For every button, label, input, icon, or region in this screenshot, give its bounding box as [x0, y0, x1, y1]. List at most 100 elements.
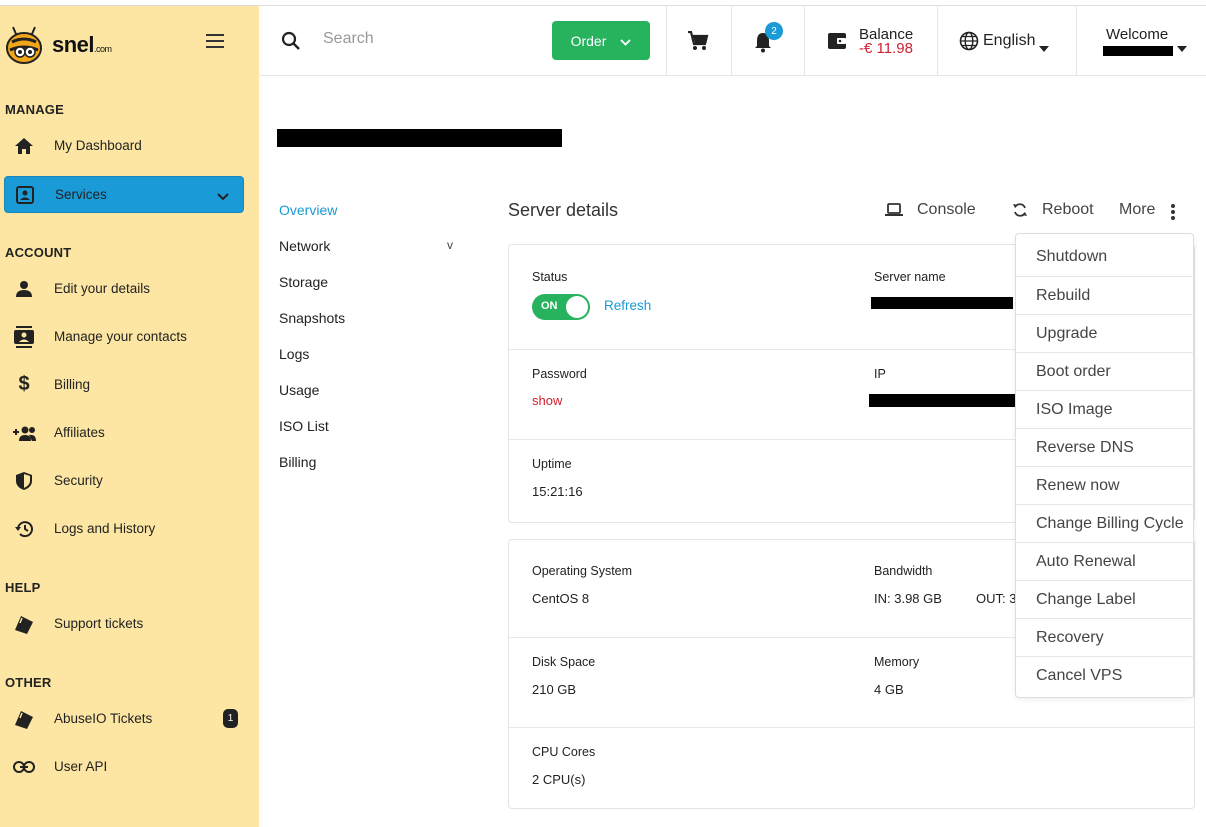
tickets-icon — [6, 709, 42, 729]
menu-item-rebuild[interactable]: Rebuild — [1016, 276, 1194, 314]
sidebar-item-abuseio[interactable]: AbuseIO Tickets 1 — [4, 700, 244, 737]
disk-value: 210 GB — [532, 682, 577, 697]
sidebar-item-label: Manage your contacts — [54, 329, 187, 344]
tab-storage[interactable]: Storage — [279, 274, 328, 290]
menu-toggle-icon[interactable] — [206, 34, 224, 48]
bandwidth-label: Bandwidth — [874, 564, 933, 578]
refresh-icon — [1013, 203, 1027, 217]
divider — [937, 6, 938, 76]
sidebar: snel.com MANAGE My Dashboard Services AC… — [0, 6, 259, 827]
menu-item-upgrade[interactable]: Upgrade — [1016, 314, 1194, 352]
sidebar-item-label: Services — [55, 187, 107, 202]
search-input[interactable] — [323, 30, 523, 48]
cpu-value: 2 CPU(s) — [532, 772, 586, 787]
link-icon — [6, 760, 42, 773]
section-title-other: OTHER — [5, 675, 52, 690]
console-label: Console — [917, 201, 976, 218]
tab-overview[interactable]: Overview — [279, 202, 337, 218]
bandwidth-in: IN: 3.98 GB — [874, 591, 942, 606]
console-button[interactable]: Console — [885, 201, 976, 219]
add-group-icon — [6, 425, 42, 441]
menu-item-change-label[interactable]: Change Label — [1016, 580, 1194, 618]
redacted-server-name — [871, 297, 1013, 309]
sidebar-item-dashboard[interactable]: My Dashboard — [4, 127, 244, 164]
more-vertical-icon[interactable] — [1170, 203, 1176, 226]
power-toggle[interactable]: ON — [532, 294, 590, 320]
sidebar-item-label: Affiliates — [54, 425, 105, 440]
ip-label: IP — [874, 367, 886, 381]
more-label: More — [1119, 201, 1156, 218]
tab-billing[interactable]: Billing — [279, 454, 316, 470]
history-icon — [6, 520, 42, 538]
caret-down-icon — [1039, 39, 1049, 57]
menu-item-reverse-dns[interactable]: Reverse DNS — [1016, 428, 1194, 466]
uptime-label: Uptime — [532, 457, 572, 471]
menu-item-renew-now[interactable]: Renew now — [1016, 466, 1194, 504]
abuseio-count-badge: 1 — [223, 709, 238, 728]
menu-item-change-billing-cycle[interactable]: Change Billing Cycle — [1016, 504, 1194, 542]
language-selector[interactable]: English — [983, 32, 1035, 50]
sidebar-item-services[interactable]: Services — [4, 176, 244, 213]
bandwidth-out: OUT: 3 — [976, 591, 1017, 606]
os-label: Operating System — [532, 564, 633, 578]
memory-label: Memory — [874, 655, 920, 669]
divider — [1076, 6, 1077, 76]
cart-icon[interactable] — [687, 30, 709, 56]
sidebar-item-user-api[interactable]: User API — [4, 748, 244, 785]
order-button[interactable]: Order — [552, 21, 650, 60]
uptime-value: 15:21:16 — [532, 484, 583, 499]
laptop-icon — [885, 203, 903, 216]
divider — [666, 6, 667, 76]
redacted-username — [1103, 46, 1173, 56]
home-icon — [6, 137, 42, 155]
menu-item-cancel-vps[interactable]: Cancel VPS — [1016, 656, 1194, 694]
refresh-link[interactable]: Refresh — [604, 298, 651, 313]
shield-icon — [6, 471, 42, 491]
server-details-heading: Server details — [508, 200, 619, 220]
sidebar-item-security[interactable]: Security — [4, 462, 244, 499]
server-name-label: Server name — [874, 270, 946, 284]
tab-network[interactable]: Network — [279, 238, 330, 254]
redacted-ip — [869, 394, 1023, 407]
sidebar-item-support[interactable]: Support tickets — [4, 605, 244, 642]
search-icon[interactable] — [281, 31, 301, 56]
tab-snapshots[interactable]: Snapshots — [279, 310, 345, 326]
sidebar-item-edit-details[interactable]: Edit your details — [4, 270, 244, 307]
more-button[interactable]: More — [1119, 201, 1155, 219]
network-expand-toggle[interactable]: v — [447, 238, 453, 252]
menu-item-auto-renewal[interactable]: Auto Renewal — [1016, 542, 1194, 580]
toggle-state-label: ON — [541, 300, 558, 312]
bee-logo-icon — [6, 26, 42, 64]
sidebar-item-label: Security — [54, 473, 103, 488]
show-password-link[interactable]: show — [532, 393, 562, 408]
reboot-button[interactable]: Reboot — [1012, 201, 1094, 219]
sidebar-item-affiliates[interactable]: Affiliates — [4, 414, 244, 451]
tab-iso-list[interactable]: ISO List — [279, 418, 329, 434]
menu-item-recovery[interactable]: Recovery — [1016, 618, 1194, 656]
menu-item-shutdown[interactable]: Shutdown — [1016, 238, 1194, 276]
sidebar-item-label: Logs and History — [54, 521, 156, 536]
os-value: CentOS 8 — [532, 591, 590, 606]
tab-logs[interactable]: Logs — [279, 346, 309, 362]
order-button-label: Order — [570, 32, 607, 49]
section-title-account: ACCOUNT — [5, 245, 72, 260]
user-menu[interactable]: Welcome — [1106, 26, 1168, 43]
divider — [731, 6, 732, 76]
chevron-down-icon — [620, 33, 632, 49]
snel-logo[interactable]: snel.com — [4, 24, 124, 68]
wallet-icon — [827, 31, 847, 56]
menu-item-iso-image[interactable]: ISO Image — [1016, 390, 1194, 428]
sidebar-item-label: AbuseIO Tickets — [54, 711, 153, 726]
top-bar: Order 2 Balance -€ 11.98 English Welcome — [259, 6, 1206, 76]
notification-badge: 2 — [765, 22, 783, 40]
dollar-icon: $ — [18, 373, 30, 395]
person-icon — [6, 280, 42, 298]
menu-item-boot-order[interactable]: Boot order — [1016, 352, 1194, 390]
section-title-manage: MANAGE — [5, 102, 64, 117]
tickets-icon — [6, 614, 42, 634]
sidebar-item-billing[interactable]: $ Billing — [4, 366, 244, 403]
sidebar-item-logs[interactable]: Logs and History — [4, 510, 244, 547]
sidebar-item-contacts[interactable]: Manage your contacts — [4, 318, 244, 355]
tab-usage[interactable]: Usage — [279, 382, 319, 398]
reboot-label: Reboot — [1042, 201, 1094, 218]
